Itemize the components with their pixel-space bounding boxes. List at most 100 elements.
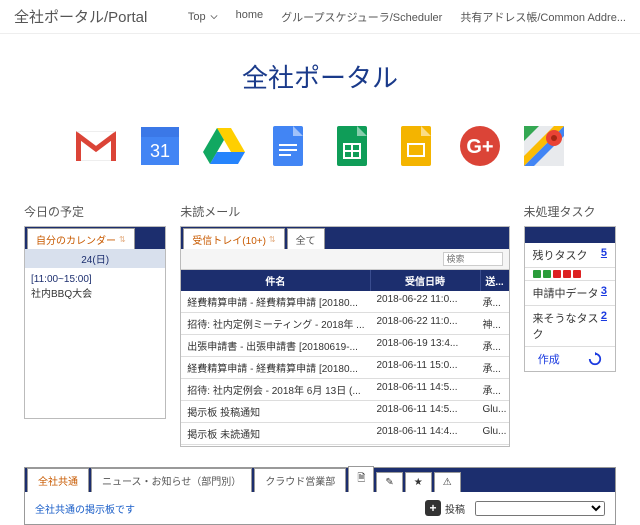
tasks-heading: 未処理タスク <box>524 203 617 220</box>
mail-subject: 出張申請書 - 出張申請書 [20180619-... <box>181 335 370 356</box>
mail-row[interactable]: 掲示板 未読通知2018-06-11 14:4...Glu... <box>181 423 508 445</box>
status-dot <box>533 270 541 278</box>
slides-icon[interactable] <box>395 125 437 167</box>
svg-text:G+: G+ <box>466 136 493 158</box>
maps-icon[interactable] <box>523 125 565 167</box>
task-row: 残りタスク5 <box>525 243 616 268</box>
mail-date: 2018-06-11 10:3... <box>371 445 481 446</box>
board-tab-edit-icon[interactable]: ✎ <box>376 472 402 492</box>
mail-list: 経費精算申請 - 経費精算申請 [20180...2018-06-22 11:0… <box>181 291 508 446</box>
event-title: 社内BBQ大会 <box>31 289 92 300</box>
col-subject[interactable]: 件名 <box>181 270 370 291</box>
col-date[interactable]: 受信日時 <box>371 270 481 291</box>
mail-heading: 未読メール <box>180 203 509 220</box>
post-select[interactable] <box>475 501 605 516</box>
post-control: + 投稿 <box>425 500 605 516</box>
col-from[interactable]: 送... <box>481 270 509 291</box>
mail-panel: 受信トレイ(10+)⇅ 全て 件名 受信日時 送... 経費精算申請 - 経費精… <box>180 226 509 447</box>
status-dot <box>563 270 571 278</box>
docs-icon[interactable] <box>267 125 309 167</box>
board-tab-all[interactable]: 全社共通 <box>27 468 89 492</box>
mail-from: 承... <box>481 445 509 446</box>
app-launcher: 31 G+ <box>0 125 640 167</box>
board-tab-cloud[interactable]: クラウド営業部 <box>254 468 346 492</box>
event-time: [11:00~15:00] <box>31 274 92 285</box>
mail-from: 神... <box>481 313 509 334</box>
mail-subject: 招待: 社内定例会 - 2018年 6月 13日 (... <box>181 379 370 400</box>
tab-my-calendar[interactable]: 自分のカレンダー⇅ <box>27 228 135 249</box>
mail-subject: 掲示板 投稿通知 <box>181 401 370 422</box>
mail-from: 承... <box>481 357 509 378</box>
nav-links: Top home グループスケジューラ/Scheduler 共有アドレス帳/Co… <box>188 9 626 25</box>
sort-icon: ⇅ <box>119 235 126 244</box>
task-panel: 残りタスク5 申請中データ3 来そうなタスク2 作成 <box>524 226 617 372</box>
mail-row[interactable]: 出張申請書 - 出張申請書 [20180619-...2018-06-19 13… <box>181 335 508 357</box>
task-row: 申請中データ3 <box>525 281 616 306</box>
drive-icon[interactable] <box>203 125 245 167</box>
status-dot <box>543 270 551 278</box>
gmail-icon[interactable] <box>75 125 117 167</box>
mail-row[interactable]: 経費精算申請 - 経費精算申請 [20180...2018-06-22 11:0… <box>181 291 508 313</box>
plus-icon[interactable]: + <box>425 500 441 516</box>
mail-date: 2018-06-11 15:0... <box>371 357 481 378</box>
google-plus-icon[interactable]: G+ <box>459 125 501 167</box>
nav-addressbook[interactable]: 共有アドレス帳/Common Addre... <box>460 9 626 25</box>
task-create-row: 作成 <box>525 347 616 371</box>
task-count[interactable]: 2 <box>601 310 607 342</box>
mail-from: Glu... <box>481 423 509 444</box>
mail-date: 2018-06-19 13:4... <box>371 335 481 356</box>
mail-subject: 招待: 社内定例ミーティング - 2018年 ... <box>181 313 370 334</box>
mail-date: 2018-06-11 14:5... <box>371 379 481 400</box>
schedule-heading: 今日の予定 <box>24 203 166 220</box>
mail-date: 2018-06-22 11:0... <box>371 291 481 312</box>
sheets-icon[interactable] <box>331 125 373 167</box>
nav-home[interactable]: home <box>236 9 264 25</box>
mail-from: 承... <box>481 335 509 356</box>
mail-search-bar <box>181 249 508 270</box>
board-tab-warn-icon[interactable]: ⚠ <box>434 472 461 492</box>
mail-from: Glu... <box>481 401 509 422</box>
mail-row[interactable]: 経費精算申請 - 経費精算申請 [20180...2018-06-11 15:0… <box>181 357 508 379</box>
task-count[interactable]: 5 <box>601 247 607 263</box>
board-body: 全社共通の掲示板です + 投稿 <box>25 492 615 524</box>
calendar-icon[interactable]: 31 <box>139 125 181 167</box>
board-panel: 全社共通 ニュース・お知らせ（部門別） クラウド営業部 🗎 ✎ ★ ⚠ 全社共通… <box>24 467 616 525</box>
tab-all[interactable]: 全て <box>287 228 325 249</box>
nav-scheduler[interactable]: グループスケジューラ/Scheduler <box>281 9 442 25</box>
board-text: 全社共通の掲示板です <box>35 501 135 516</box>
page-title: 全社ポータル <box>0 58 640 95</box>
status-dot <box>573 270 581 278</box>
mail-date: 2018-06-22 11:0... <box>371 313 481 334</box>
nav-top[interactable]: Top <box>188 9 218 25</box>
calendar-date: 24(日) <box>25 249 165 268</box>
mail-subject: 経費精算申請 - 経費精算申請 [20180... <box>181 357 370 378</box>
event-item[interactable]: [11:00~15:00] 社内BBQ大会 <box>25 268 165 418</box>
mail-row[interactable]: 掲示板 投稿通知2018-06-11 14:5...Glu... <box>181 401 508 423</box>
search-input[interactable] <box>443 252 503 266</box>
mail-from: 承... <box>481 291 509 312</box>
mail-date: 2018-06-11 14:5... <box>371 401 481 422</box>
task-dots <box>525 268 616 281</box>
create-link[interactable]: 作成 <box>538 351 560 367</box>
mail-row[interactable]: 00.備品消耗品申請書 - 00.備品消耗品...2018-06-11 10:3… <box>181 445 508 446</box>
board-tab-doc-icon[interactable]: 🗎 <box>348 466 374 492</box>
mail-row[interactable]: 招待: 社内定例会 - 2018年 6月 13日 (...2018-06-11 … <box>181 379 508 401</box>
mail-date: 2018-06-11 14:4... <box>371 423 481 444</box>
board-tab-news[interactable]: ニュース・お知らせ（部門別） <box>91 468 252 492</box>
status-dot <box>553 270 561 278</box>
post-label: 投稿 <box>445 501 465 516</box>
refresh-icon[interactable] <box>588 352 602 366</box>
mail-columns: 件名 受信日時 送... <box>181 270 508 291</box>
sort-icon: ⇅ <box>269 235 276 244</box>
tab-inbox[interactable]: 受信トレイ(10+)⇅ <box>183 228 284 249</box>
board-tabs: 全社共通 ニュース・お知らせ（部門別） クラウド営業部 🗎 ✎ ★ ⚠ <box>25 468 615 492</box>
chevron-down-icon <box>210 13 218 21</box>
board-tab-star-icon[interactable]: ★ <box>405 472 432 492</box>
top-nav: 全社ポータル/Portal Top home グループスケジューラ/Schedu… <box>0 0 640 34</box>
mail-row[interactable]: 招待: 社内定例ミーティング - 2018年 ...2018-06-22 11:… <box>181 313 508 335</box>
task-count[interactable]: 3 <box>601 285 607 301</box>
schedule-panel: 自分のカレンダー⇅ 24(日) [11:00~15:00] 社内BBQ大会 <box>24 226 166 419</box>
mail-subject: 掲示板 未読通知 <box>181 423 370 444</box>
mail-subject: 経費精算申請 - 経費精算申請 [20180... <box>181 291 370 312</box>
svg-text:31: 31 <box>150 141 170 161</box>
